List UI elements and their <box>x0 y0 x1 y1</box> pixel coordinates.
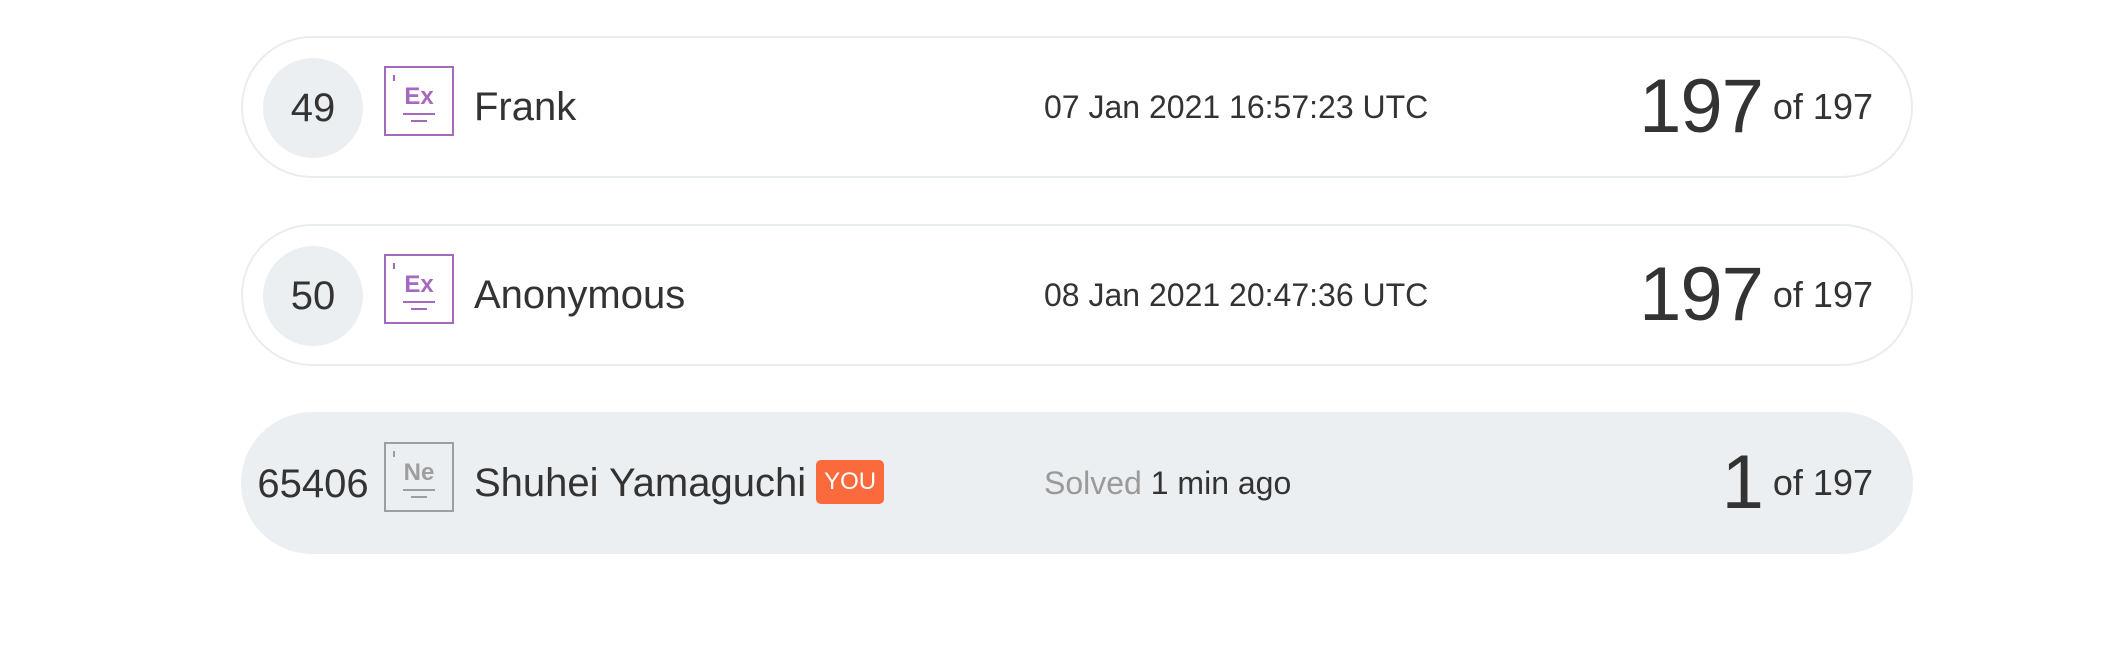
rank-badge: 50 <box>263 246 363 346</box>
score-total: of 197 <box>1772 274 1873 315</box>
score-value: 197 <box>1639 64 1764 149</box>
solved-label: Solved <box>1044 465 1142 501</box>
tile-symbol: Ex <box>404 271 434 298</box>
score: 1 of 197 <box>1722 414 1873 552</box>
user-name[interactable]: Frank <box>474 38 576 176</box>
solved-timestamp: 08 Jan 2021 20:47:36 UTC <box>1044 277 1429 313</box>
tile-symbol: Ne <box>404 459 435 486</box>
solved-ago: 1 min ago <box>1150 465 1292 501</box>
score-value: 1 <box>1721 440 1764 525</box>
user-name[interactable]: Shuhei Yamaguchi YOU <box>474 414 885 552</box>
you-badge: YOU <box>816 460 885 505</box>
solved-timestamp: Solved 1 min ago <box>1044 414 1291 552</box>
rank-badge: 49 <box>263 58 363 158</box>
level-tile-icon: Ex <box>384 254 454 324</box>
score-total: of 197 <box>1772 86 1873 127</box>
score: 197 of 197 <box>1639 226 1873 364</box>
level-tile-icon: Ne <box>384 442 454 512</box>
rank-badge: 65406 <box>257 462 369 506</box>
leaderboard-list: 49 Ex Frank 07 Jan 2021 16:57:23 UTC 197… <box>241 36 1913 600</box>
tile-symbol: Ex <box>404 83 434 110</box>
score: 197 of 197 <box>1639 38 1873 176</box>
level-tile-icon: Ex <box>384 66 454 136</box>
score-value: 197 <box>1639 252 1764 337</box>
leaderboard-row-current-user[interactable]: 65406 Ne Shuhei Yamaguchi YOU Solved 1 mi… <box>241 412 1913 554</box>
leaderboard-row[interactable]: 50 Ex Anonymous 08 Jan 2021 20:47:36 UTC… <box>241 224 1913 366</box>
user-name-text: Shuhei Yamaguchi <box>474 461 807 505</box>
user-name[interactable]: Anonymous <box>474 226 685 364</box>
score-total: of 197 <box>1772 462 1873 503</box>
leaderboard-row[interactable]: 49 Ex Frank 07 Jan 2021 16:57:23 UTC 197… <box>241 36 1913 178</box>
solved-timestamp: 07 Jan 2021 16:57:23 UTC <box>1044 89 1429 125</box>
